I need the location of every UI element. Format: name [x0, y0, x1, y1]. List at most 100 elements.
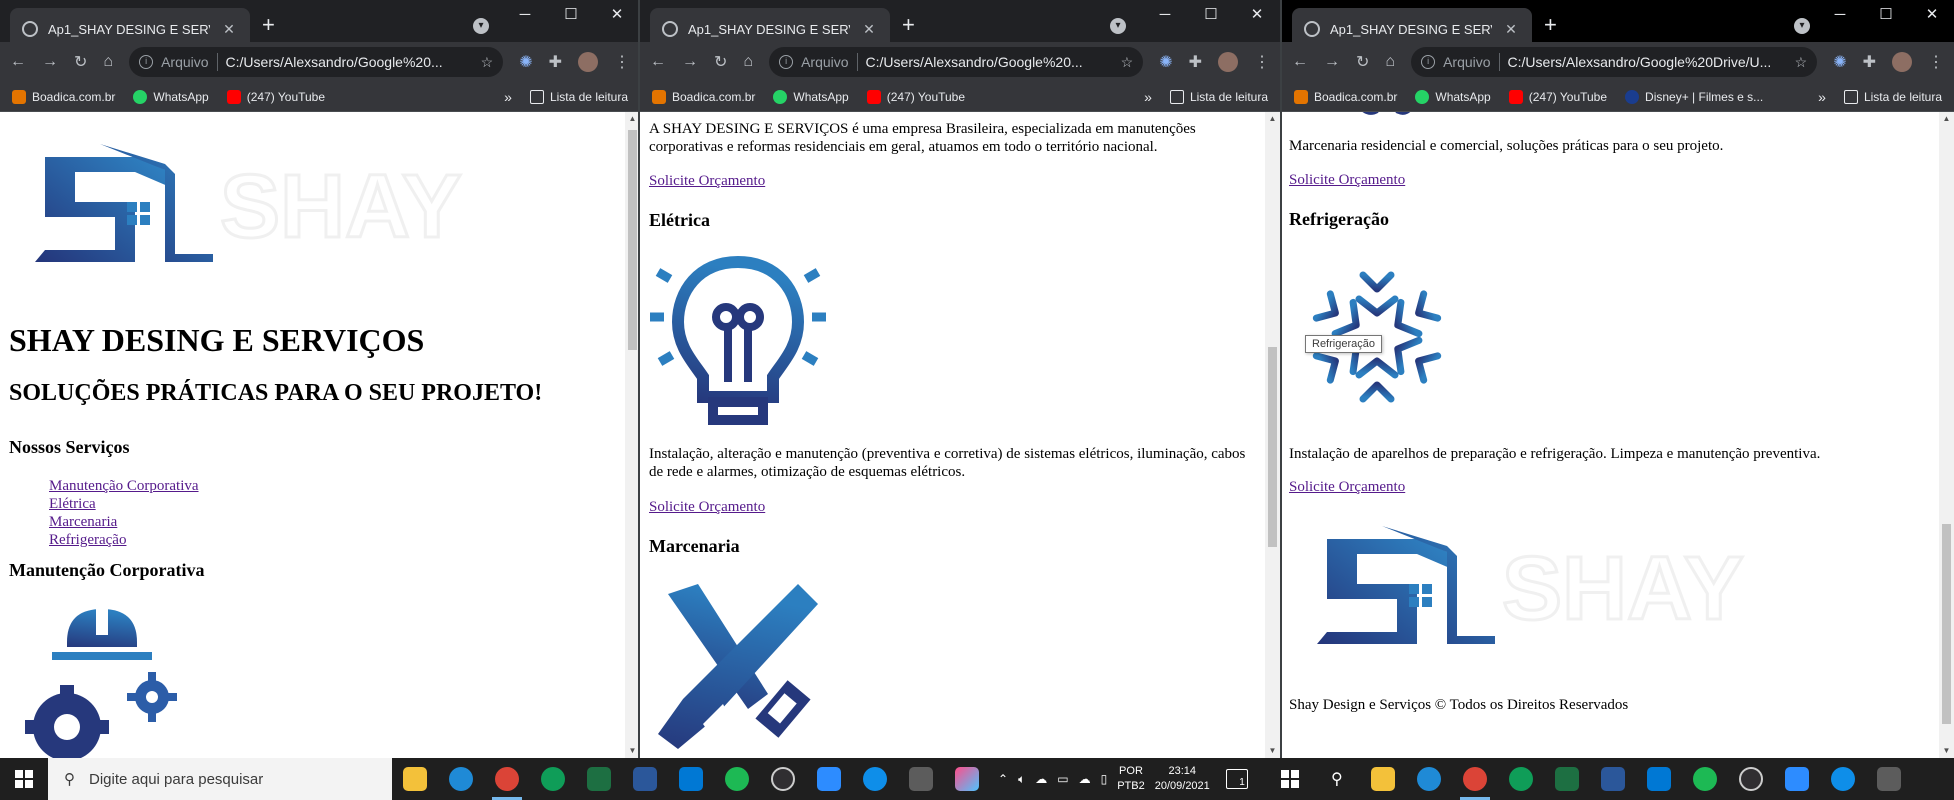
- reading-list[interactable]: Lista de leitura: [529, 89, 628, 104]
- file-explorer-app-2[interactable]: [1360, 758, 1406, 800]
- new-tab-button[interactable]: +: [902, 14, 915, 36]
- bookmark-youtube[interactable]: (247) YouTube: [1508, 89, 1607, 104]
- minimize-button[interactable]: ─: [502, 0, 548, 30]
- calculator-app-2[interactable]: [1866, 758, 1912, 800]
- service-link-marcenaria[interactable]: Marcenaria: [49, 513, 117, 531]
- teamviewer-app-2[interactable]: [1820, 758, 1866, 800]
- reading-list[interactable]: Lista de leitura: [1843, 89, 1942, 104]
- solicite-orcamento-link[interactable]: Solicite Orçamento: [1289, 478, 1405, 496]
- scroll-down-arrow[interactable]: ▼: [1939, 744, 1954, 758]
- cloud-sync-icon[interactable]: ☁: [1079, 772, 1091, 786]
- profile-avatar[interactable]: [578, 52, 598, 72]
- teamviewer-app[interactable]: [852, 758, 898, 800]
- spotify-app-2[interactable]: [1682, 758, 1728, 800]
- zoom-app-2[interactable]: [1774, 758, 1820, 800]
- obs-app-2[interactable]: [1728, 758, 1774, 800]
- bookmark-star-icon[interactable]: ☆: [1795, 54, 1808, 71]
- tab-search-icon[interactable]: ▾: [1110, 18, 1126, 34]
- close-window-button[interactable]: ✕: [594, 0, 640, 30]
- extensions-puzzle-icon[interactable]: ✚: [549, 52, 562, 72]
- scroll-up-arrow[interactable]: ▲: [1265, 112, 1280, 126]
- menu-icon[interactable]: ⋮: [1928, 52, 1944, 72]
- bookmark-whatsapp[interactable]: WhatsApp: [773, 89, 849, 104]
- scroll-down-arrow[interactable]: ▼: [1265, 744, 1280, 758]
- extensions-puzzle-icon[interactable]: ✚: [1863, 52, 1876, 72]
- close-window-button[interactable]: ✕: [1909, 0, 1954, 30]
- bookmark-boadica[interactable]: Boadica.com.br: [652, 89, 755, 104]
- page-scrollbar[interactable]: ▲ ▼: [1265, 112, 1280, 758]
- back-icon[interactable]: ←: [650, 53, 666, 71]
- edge-app-2[interactable]: [1406, 758, 1452, 800]
- info-icon[interactable]: i: [779, 55, 794, 69]
- scroll-thumb[interactable]: [628, 130, 637, 350]
- menu-icon[interactable]: ⋮: [614, 52, 630, 72]
- word-app[interactable]: [622, 758, 668, 800]
- info-icon[interactable]: i: [1421, 55, 1436, 69]
- address-bar[interactable]: i Arquivo C:/Users/Alexsandro/Google%20.…: [129, 47, 504, 77]
- excel-app-2[interactable]: [1544, 758, 1590, 800]
- back-icon[interactable]: ←: [10, 53, 26, 71]
- zoom-app[interactable]: [806, 758, 852, 800]
- chrome-app[interactable]: [484, 758, 530, 800]
- minimize-button[interactable]: ─: [1817, 0, 1863, 30]
- start-button-2[interactable]: [1266, 758, 1314, 800]
- reload-icon[interactable]: ↻: [74, 52, 87, 72]
- minimize-button[interactable]: ─: [1142, 0, 1188, 30]
- service-link-manutencao[interactable]: Manutenção Corporativa: [49, 477, 199, 495]
- notification-center-button[interactable]: 1: [1225, 769, 1248, 789]
- bookmarks-overflow[interactable]: »: [1818, 89, 1826, 105]
- display-icon[interactable]: ▯: [1101, 772, 1108, 786]
- reload-icon[interactable]: ↻: [714, 52, 727, 72]
- maximize-button[interactable]: ☐: [548, 0, 594, 30]
- forward-icon[interactable]: →: [682, 53, 698, 71]
- language-indicator[interactable]: POR PTB2: [1117, 764, 1145, 794]
- scroll-thumb[interactable]: [1268, 347, 1277, 547]
- bookmark-star-icon[interactable]: ☆: [1121, 54, 1134, 71]
- close-tab-icon[interactable]: ✕: [860, 21, 878, 38]
- chrome-app-2[interactable]: [530, 758, 576, 800]
- taskbar-search[interactable]: ⚲ Digite aqui para pesquisar: [48, 758, 392, 800]
- page-scrollbar[interactable]: ▲ ▼: [1939, 112, 1954, 758]
- bookmarks-overflow[interactable]: »: [1144, 89, 1152, 105]
- menu-icon[interactable]: ⋮: [1254, 52, 1270, 72]
- solicite-orcamento-link[interactable]: Solicite Orçamento: [649, 498, 765, 516]
- solicite-orcamento-link[interactable]: Solicite Orçamento: [649, 172, 765, 190]
- clock[interactable]: 23:14 20/09/2021: [1155, 764, 1210, 794]
- profile-avatar[interactable]: [1218, 52, 1238, 72]
- bookmark-star-icon[interactable]: ☆: [481, 54, 494, 71]
- close-tab-icon[interactable]: ✕: [1502, 21, 1520, 38]
- forward-icon[interactable]: →: [42, 53, 58, 71]
- vscode-app[interactable]: [668, 758, 714, 800]
- extensions-puzzle-icon[interactable]: ✚: [1189, 52, 1202, 72]
- maximize-button[interactable]: ☐: [1863, 0, 1909, 30]
- tray-chevron-icon[interactable]: ⌃: [998, 772, 1008, 786]
- tab-search-icon[interactable]: ▾: [473, 18, 489, 34]
- chrome-app-4[interactable]: [1498, 758, 1544, 800]
- calculator-app[interactable]: [898, 758, 944, 800]
- extension-icon[interactable]: ✺: [1833, 52, 1846, 72]
- scroll-up-arrow[interactable]: ▲: [1939, 112, 1954, 126]
- onedrive-icon[interactable]: ☁: [1035, 772, 1047, 786]
- scroll-thumb[interactable]: [1942, 524, 1951, 724]
- bookmark-youtube[interactable]: (247) YouTube: [226, 89, 325, 104]
- bookmarks-overflow[interactable]: »: [504, 89, 512, 105]
- word-app-2[interactable]: [1590, 758, 1636, 800]
- network-icon[interactable]: ▭: [1057, 772, 1068, 786]
- paint-app[interactable]: [944, 758, 990, 800]
- bookmark-whatsapp[interactable]: WhatsApp: [133, 89, 209, 104]
- bookmark-disney[interactable]: Disney+ | Filmes e s...: [1625, 89, 1763, 104]
- home-icon[interactable]: ⌂: [1385, 53, 1395, 71]
- home-icon[interactable]: ⌂: [743, 53, 753, 71]
- bookmark-youtube[interactable]: (247) YouTube: [866, 89, 965, 104]
- reload-icon[interactable]: ↻: [1356, 52, 1369, 72]
- solicite-orcamento-link[interactable]: Solicite Orçamento: [1289, 171, 1405, 189]
- file-explorer-app[interactable]: [392, 758, 438, 800]
- info-icon[interactable]: i: [139, 55, 154, 69]
- bookmark-boadica[interactable]: Boadica.com.br: [1294, 89, 1397, 104]
- chrome-app-3[interactable]: [1452, 758, 1498, 800]
- profile-avatar[interactable]: [1892, 52, 1912, 72]
- maximize-button[interactable]: ☐: [1188, 0, 1234, 30]
- back-icon[interactable]: ←: [1292, 53, 1308, 71]
- home-icon[interactable]: ⌂: [103, 53, 113, 71]
- close-window-button[interactable]: ✕: [1234, 0, 1280, 30]
